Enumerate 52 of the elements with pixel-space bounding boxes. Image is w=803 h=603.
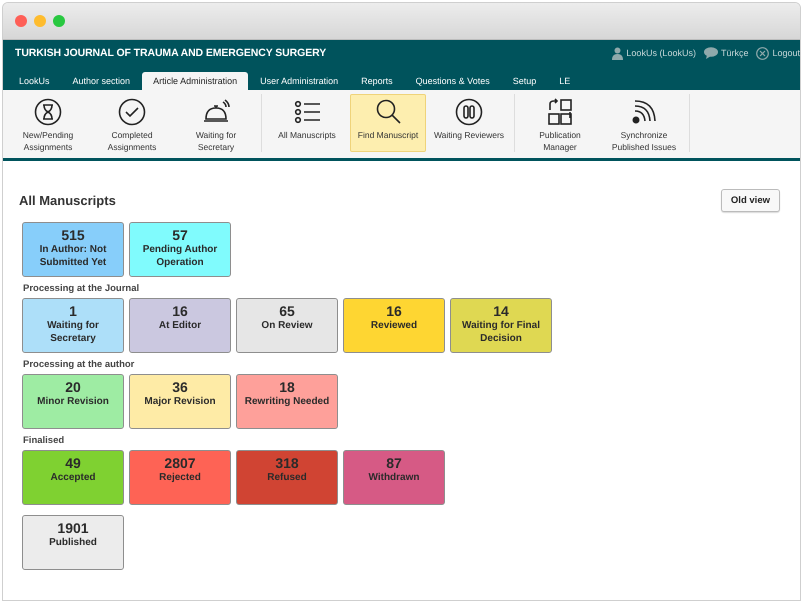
status-tile[interactable]: 1901 Published xyxy=(22,515,124,570)
nav-tab[interactable]: LookUs xyxy=(8,72,61,90)
header-link[interactable]: Logout xyxy=(772,48,800,58)
header-link[interactable]: Türkçe xyxy=(720,48,748,58)
user-icon xyxy=(612,46,624,60)
signal-feed-icon xyxy=(630,98,658,126)
page-title: All Manuscripts xyxy=(19,193,116,208)
maximize-button[interactable] xyxy=(53,15,65,27)
status-tile[interactable]: 49 Accepted xyxy=(22,450,124,505)
toolbar-button[interactable]: Synchronize Published Issues xyxy=(603,94,685,152)
old-view-button[interactable]: Old view xyxy=(720,189,780,212)
nav-tab[interactable]: User Administration xyxy=(249,72,350,90)
status-tile[interactable]: 36 Major Revision xyxy=(129,374,231,429)
status-tile[interactable]: 1 Waiting for Secretary xyxy=(22,298,124,353)
pause-circle-icon xyxy=(455,98,483,126)
status-tile[interactable]: 20 Minor Revision xyxy=(22,374,124,429)
toolbar-button[interactable]: New/Pending Assignments xyxy=(7,94,89,152)
nav-tab[interactable]: Article Administration xyxy=(142,72,248,90)
list-icon xyxy=(293,98,321,126)
close-circle-icon xyxy=(756,46,770,60)
toolbar-button[interactable]: Publication Manager xyxy=(519,94,601,152)
toolbar-button[interactable]: Completed Assignments xyxy=(91,94,173,152)
nav-tab[interactable]: Reports xyxy=(350,72,404,90)
nav-tab[interactable]: Setup xyxy=(502,72,548,90)
status-tile[interactable]: 515 In Author: Not Submitted Yet xyxy=(22,222,124,277)
squares-arrows-icon xyxy=(546,98,574,126)
checkmark-circle-icon xyxy=(118,98,146,126)
status-tile[interactable]: 16 Reviewed xyxy=(343,298,445,353)
status-tile[interactable]: 14 Waiting for Final Decision xyxy=(450,298,552,353)
section-heading: Processing at the author xyxy=(23,359,136,370)
nav-tab[interactable]: LE xyxy=(548,72,582,90)
toolbar-button[interactable]: Find Manuscript xyxy=(350,94,426,152)
close-button[interactable] xyxy=(15,15,27,27)
toolbar-button[interactable]: All Manuscripts xyxy=(266,94,348,152)
status-tile[interactable]: 87 Withdrawn xyxy=(343,450,445,505)
minimize-button[interactable] xyxy=(34,15,46,27)
nav-tab[interactable]: Author section xyxy=(62,72,142,90)
status-tile[interactable]: 57 Pending Author Operation xyxy=(129,222,231,277)
nav-tab[interactable]: Questions & Votes xyxy=(404,72,501,90)
section-heading: Finalised xyxy=(23,435,66,446)
header-link[interactable]: LookUs (LookUs) xyxy=(626,48,696,58)
status-tile[interactable]: 2807 Rejected xyxy=(129,450,231,505)
status-tile[interactable]: 65 On Review xyxy=(236,298,338,353)
hourglass-icon xyxy=(34,98,62,126)
speech-bubble-icon xyxy=(704,47,718,59)
journal-title: TURKISH JOURNAL OF TRAUMA AND EMERGENCY SURGERY xyxy=(15,47,326,59)
toolbar-button[interactable]: Waiting Reviewers xyxy=(428,94,510,152)
search-icon xyxy=(374,98,402,126)
status-tile[interactable]: 16 At Editor xyxy=(129,298,231,353)
status-tile[interactable]: 18 Rewriting Needed xyxy=(236,374,338,429)
toolbar-button[interactable]: Waiting for Secretary xyxy=(175,94,257,152)
section-heading: Processing at the Journal xyxy=(23,283,140,294)
